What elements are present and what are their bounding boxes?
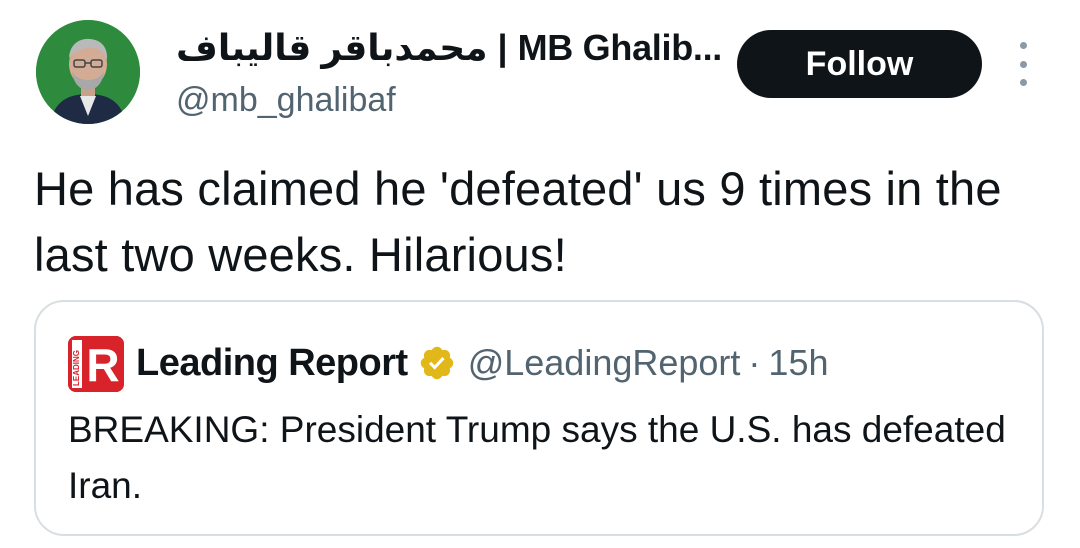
more-dot bbox=[1019, 42, 1027, 49]
verified-badge-icon bbox=[418, 344, 456, 382]
avatar-photo-icon bbox=[36, 20, 140, 124]
more-dot bbox=[1019, 79, 1027, 86]
quoted-author-name[interactable]: Leading Report bbox=[136, 342, 408, 385]
author-display-name[interactable]: محمدباقر قالیباف | MB Ghalib... bbox=[176, 26, 722, 70]
quoted-author-handle[interactable]: @LeadingReport bbox=[468, 342, 741, 384]
more-dot bbox=[1019, 60, 1027, 68]
quoted-tweet-timestamp[interactable]: 15h bbox=[768, 342, 828, 384]
quoted-tweet-card[interactable]: LEADING R Leading Report @LeadingReport … bbox=[34, 300, 1044, 536]
follow-button[interactable]: Follow bbox=[737, 30, 982, 98]
leading-report-logo-icon[interactable]: LEADING R bbox=[68, 336, 124, 392]
author-handle[interactable]: @mb_ghalibaf bbox=[176, 79, 396, 121]
quoted-tweet-text: BREAKING: President Trump says the U.S. … bbox=[68, 409, 1006, 506]
author-avatar[interactable] bbox=[36, 20, 140, 124]
separator-dot: · bbox=[748, 342, 761, 383]
logo-side-text: LEADING bbox=[72, 350, 81, 386]
logo-graphic: LEADING R bbox=[68, 336, 124, 392]
logo-letter: R bbox=[86, 339, 119, 391]
more-options-icon[interactable] bbox=[1008, 42, 1038, 86]
tweet-text: He has claimed he 'defeated' us 9 times … bbox=[34, 162, 1002, 281]
quoted-tweet-header: Leading Report @LeadingReport · 15h bbox=[136, 338, 829, 388]
